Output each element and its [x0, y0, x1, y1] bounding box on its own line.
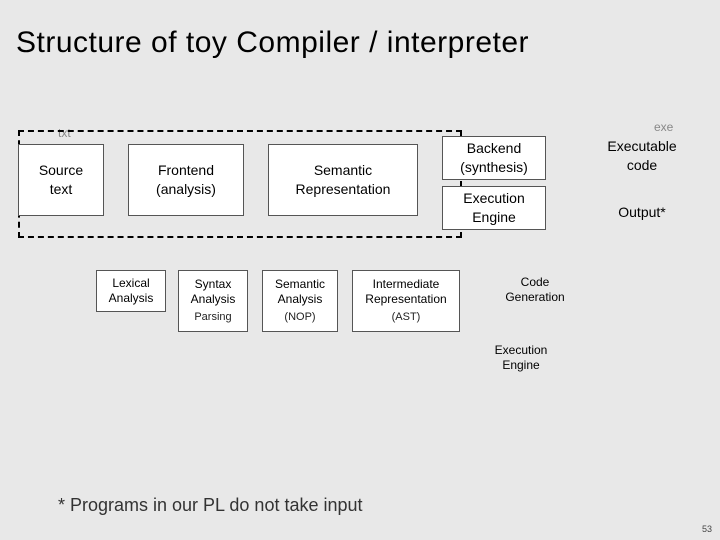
label: Intermediate	[353, 277, 459, 292]
mini-semantic: Semantic Analysis (NOP)	[262, 270, 338, 332]
box-semantic-rep: Semantic Representation	[268, 144, 418, 216]
label: code	[586, 156, 698, 175]
label: Code	[494, 275, 576, 290]
mini-lexical: Lexical Analysis	[96, 270, 166, 312]
label: (analysis)	[129, 180, 243, 199]
page-title: Structure of toy Compiler / interpreter	[0, 0, 720, 60]
label: Executable	[586, 137, 698, 156]
label: (synthesis)	[443, 158, 545, 177]
label: Representation	[353, 292, 459, 307]
box-output: Output*	[586, 192, 698, 232]
label: Lexical	[97, 276, 165, 291]
sublabel: (AST)	[353, 311, 459, 325]
sublabel: (NOP)	[263, 311, 337, 325]
mini-codegen: Code Generation	[494, 270, 576, 310]
label: Generation	[494, 290, 576, 305]
label: text	[19, 180, 103, 199]
label: Output*	[586, 203, 698, 222]
box-exec-engine: Execution Engine	[442, 186, 546, 230]
label: Syntax	[179, 277, 247, 292]
label: Frontend	[129, 161, 243, 180]
label: Engine	[478, 358, 564, 373]
label: Semantic	[263, 277, 337, 292]
slide-number: 53	[702, 524, 712, 534]
mini-exec-engine: Execution Engine	[478, 338, 564, 378]
label: Analysis	[263, 292, 337, 307]
label: Semantic	[269, 161, 417, 180]
label: Analysis	[179, 292, 247, 307]
mini-ir: Intermediate Representation (AST)	[352, 270, 460, 332]
box-source: Source text	[18, 144, 104, 216]
label: Representation	[269, 180, 417, 199]
label: Backend	[443, 139, 545, 158]
box-frontend: Frontend (analysis)	[128, 144, 244, 216]
sublabel: Parsing	[179, 311, 247, 325]
label: Analysis	[97, 291, 165, 306]
label: Execution	[443, 189, 545, 208]
footnote: * Programs in our PL do not take input	[58, 495, 363, 516]
label: Source	[19, 161, 103, 180]
label: Engine	[443, 208, 545, 227]
label: Execution	[478, 343, 564, 358]
box-executable-code: Executable code	[586, 134, 698, 178]
box-backend: Backend (synthesis)	[442, 136, 546, 180]
caption-exe: exe	[654, 120, 673, 134]
mini-syntax: Syntax Analysis Parsing	[178, 270, 248, 332]
